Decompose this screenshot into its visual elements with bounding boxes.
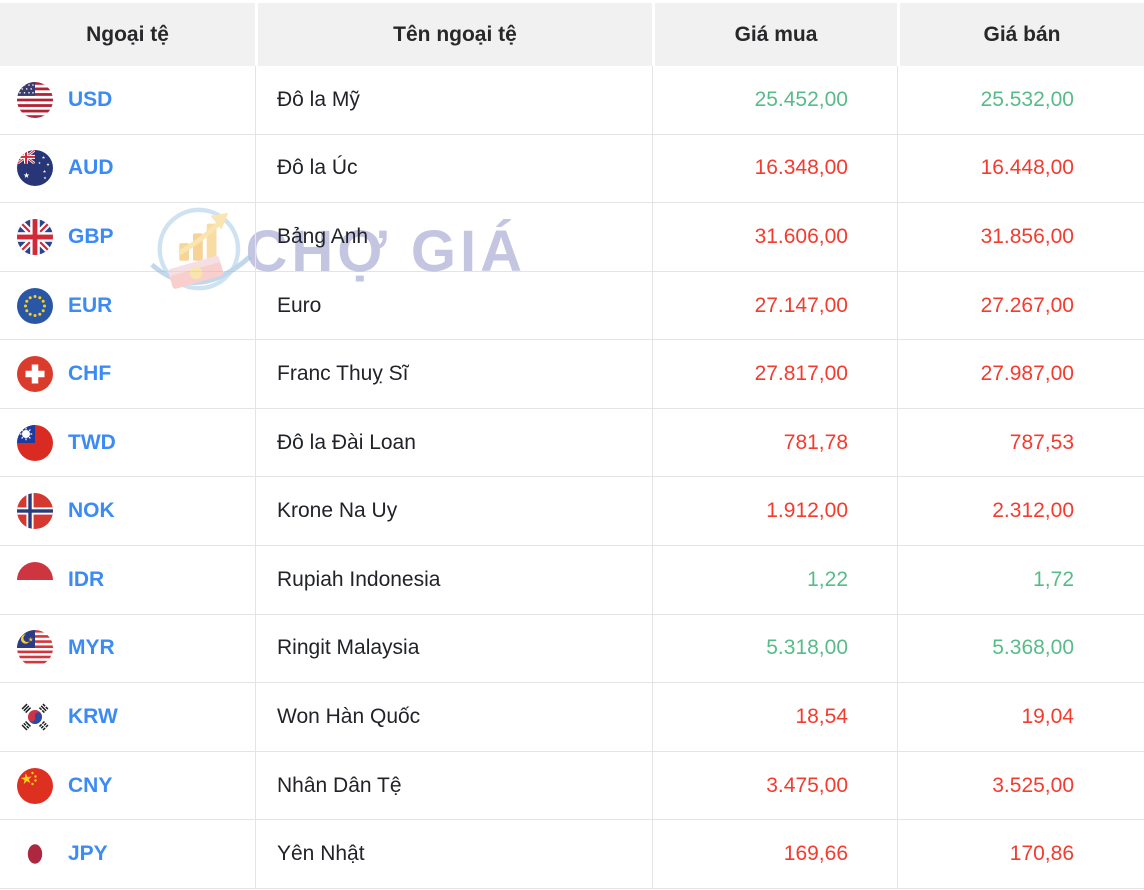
currency-code-link[interactable]: JPY — [68, 842, 108, 866]
currency-row-cny: CNY Nhân Dân Tệ 3.475,00 3.525,00 — [0, 751, 1144, 821]
currency-name: Krone Na Uy — [255, 477, 652, 546]
sell-price: 25.532,00 — [897, 66, 1144, 134]
buy-price: 5.318,00 — [652, 614, 897, 683]
eur-flag-icon — [17, 287, 53, 324]
currency-row-nok: NOK Krone Na Uy 1.912,00 2.312,00 — [0, 477, 1144, 547]
sell-price: 31.856,00 — [897, 203, 1144, 271]
sell-price: 5.368,00 — [897, 614, 1144, 683]
header-currency-name: Tên ngoại tệ — [255, 3, 652, 66]
currency-name: Rupiah Indonesia — [255, 546, 652, 614]
currency-code-link[interactable]: CNY — [68, 774, 112, 798]
krw-flag-icon — [17, 698, 53, 735]
currency-name: Đô la Mỹ — [255, 66, 652, 134]
idr-flag-icon — [17, 561, 53, 598]
buy-price: 31.606,00 — [652, 203, 897, 271]
currency-name: Euro — [255, 271, 652, 340]
gbp-flag-icon — [17, 218, 53, 255]
aud-flag-icon — [17, 150, 53, 187]
buy-price: 169,66 — [652, 820, 897, 888]
sell-price: 27.987,00 — [897, 340, 1144, 408]
currency-row-gbp: GBP Bảng Anh 31.606,00 31.856,00 — [0, 203, 1144, 272]
currency-name: Yên Nhật — [255, 820, 652, 888]
buy-price: 27.817,00 — [652, 340, 897, 408]
currency-row-chf: CHF Franc Thuỵ Sĩ 27.817,00 27.987,00 — [0, 340, 1144, 409]
nok-flag-icon — [17, 493, 53, 530]
currency-code-link[interactable]: EUR — [68, 294, 112, 318]
currency-row-krw: KRW Won Hàn Quốc 18,54 19,04 — [0, 683, 1144, 752]
currency-name: Franc Thuỵ Sĩ — [255, 340, 652, 408]
sell-price: 19,04 — [897, 683, 1144, 751]
buy-price: 781,78 — [652, 408, 897, 477]
sell-price: 16.448,00 — [897, 134, 1144, 203]
currency-code-link[interactable]: IDR — [68, 568, 104, 592]
currency-code-link[interactable]: USD — [68, 88, 112, 112]
chf-flag-icon — [17, 356, 53, 393]
sell-price: 2.312,00 — [897, 477, 1144, 546]
buy-price: 1.912,00 — [652, 477, 897, 546]
twd-flag-icon — [17, 424, 53, 461]
currency-row-usd: USD Đô la Mỹ 25.452,00 25.532,00 — [0, 66, 1144, 135]
currency-row-idr: IDR Rupiah Indonesia 1,22 1,72 — [0, 546, 1144, 615]
currency-name: Bảng Anh — [255, 203, 652, 271]
currency-row-eur: EUR Euro 27.147,00 27.267,00 — [0, 271, 1144, 341]
buy-price: 18,54 — [652, 683, 897, 751]
currency-code-link[interactable]: KRW — [68, 705, 118, 729]
currency-row-jpy: JPY Yên Nhật 169,66 170,86 — [0, 820, 1144, 889]
currency-code-link[interactable]: GBP — [68, 225, 114, 249]
sell-price: 27.267,00 — [897, 271, 1144, 340]
buy-price: 25.452,00 — [652, 66, 897, 134]
myr-flag-icon — [17, 630, 53, 667]
usd-flag-icon — [17, 81, 53, 118]
buy-price: 27.147,00 — [652, 271, 897, 340]
currency-name: Đô la Đài Loan — [255, 408, 652, 477]
header-buy-price: Giá mua — [652, 3, 897, 66]
cny-flag-icon — [17, 767, 53, 804]
table-header: Ngoại tệ Tên ngoại tệ Giá mua Giá bán — [0, 3, 1144, 66]
currency-code-link[interactable]: TWD — [68, 431, 116, 455]
currency-name: Đô la Úc — [255, 134, 652, 203]
currency-code-link[interactable]: CHF — [68, 362, 111, 386]
currency-name: Won Hàn Quốc — [255, 683, 652, 751]
sell-price: 1,72 — [897, 546, 1144, 614]
header-currency: Ngoại tệ — [0, 3, 255, 66]
buy-price: 1,22 — [652, 546, 897, 614]
currency-name: Nhân Dân Tệ — [255, 751, 652, 820]
currency-row-aud: AUD Đô la Úc 16.348,00 16.448,00 — [0, 134, 1144, 204]
currency-name: Ringit Malaysia — [255, 614, 652, 683]
header-sell-price: Giá bán — [897, 3, 1144, 66]
buy-price: 16.348,00 — [652, 134, 897, 203]
jpy-flag-icon — [17, 836, 53, 873]
buy-price: 3.475,00 — [652, 751, 897, 820]
currency-code-link[interactable]: NOK — [68, 499, 115, 523]
currency-code-link[interactable]: AUD — [68, 156, 114, 180]
currency-row-twd: TWD Đô la Đài Loan 781,78 787,53 — [0, 408, 1144, 478]
sell-price: 3.525,00 — [897, 751, 1144, 820]
sell-price: 787,53 — [897, 408, 1144, 477]
currency-row-myr: MYR Ringit Malaysia 5.318,00 5.368,00 — [0, 614, 1144, 684]
currency-code-link[interactable]: MYR — [68, 636, 115, 660]
sell-price: 170,86 — [897, 820, 1144, 888]
exchange-rate-table-page: Ngoại tệ Tên ngoại tệ Giá mua Giá bán US… — [0, 0, 1144, 890]
